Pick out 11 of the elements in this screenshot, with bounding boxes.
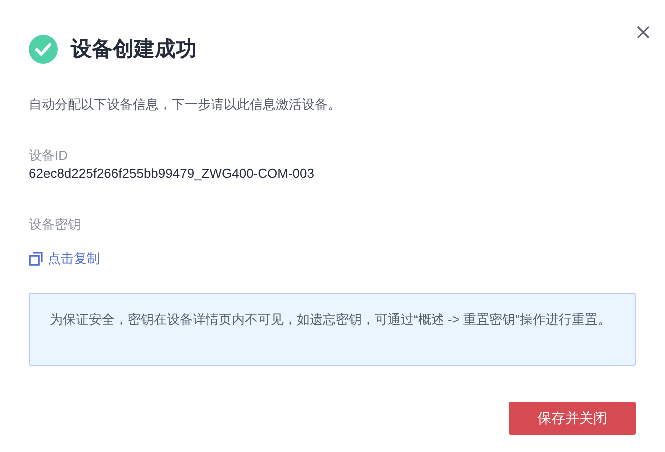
notice-box: 为保证安全，密钥在设备详情页内不可见，如遗忘密钥，可通过“概述 -> 重置密钥”操作进行重置。 [29,292,636,366]
check-circle-icon [29,35,58,64]
dialog-title: 设备创建成功 [71,37,197,63]
field-label: 设备ID [29,147,69,165]
description-text: 自动分配以下设备信息，下一步请以此信息激活设备。 [29,96,342,114]
copy-link[interactable]: 点击复制 [48,249,100,268]
close-icon[interactable] [637,26,650,39]
copy-icon[interactable] [29,252,43,266]
save-close-button[interactable]: 保存并关闭 [509,402,636,434]
field-label: 设备密钥 [29,216,82,234]
field-value: 62ec8d225f266f255bb99479_ZWG400-COM-003 [29,165,316,183]
